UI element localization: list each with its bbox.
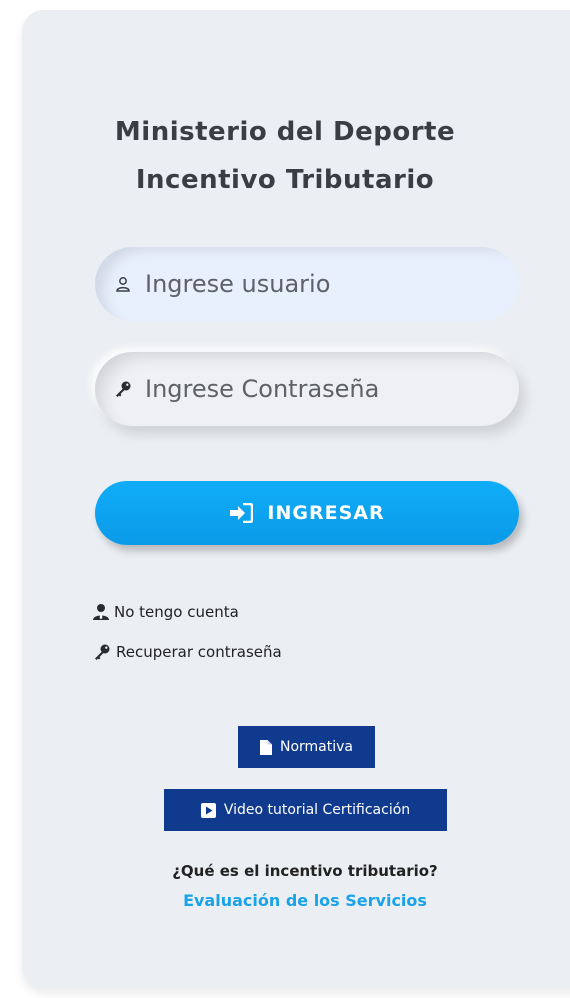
username-field-wrapper [95, 247, 519, 321]
no-account-link[interactable]: No tengo cuenta [92, 603, 239, 621]
username-input[interactable] [145, 270, 475, 298]
recover-password-label: Recuperar contraseña [116, 643, 282, 661]
play-icon [200, 802, 216, 818]
key-icon [113, 379, 133, 399]
user-icon [113, 274, 133, 294]
normativa-button[interactable]: Normativa [238, 726, 375, 768]
sign-in-icon [229, 503, 254, 523]
password-input[interactable] [145, 375, 475, 403]
login-button-label: INGRESAR [267, 502, 385, 524]
login-button[interactable]: INGRESAR [95, 481, 519, 545]
file-icon [259, 739, 272, 755]
video-tutorial-label: Video tutorial Certificación [223, 802, 411, 818]
key-icon [92, 643, 112, 661]
page-title-line1: Ministerio del Deporte [114, 117, 456, 147]
video-tutorial-button[interactable]: Video tutorial Certificación [164, 789, 447, 831]
normativa-label: Normativa [279, 739, 353, 755]
page-title-line2: Incentivo Tributario [135, 165, 435, 195]
no-account-label: No tengo cuenta [114, 603, 239, 621]
recover-password-link[interactable]: Recuperar contraseña [92, 643, 282, 661]
service-evaluation-link[interactable]: Evaluación de los Servicios [0, 891, 570, 910]
incentive-question-link[interactable]: ¿Qué es el incentivo tributario? [0, 862, 570, 880]
password-field-wrapper [95, 352, 519, 426]
user-tie-icon [92, 603, 110, 621]
